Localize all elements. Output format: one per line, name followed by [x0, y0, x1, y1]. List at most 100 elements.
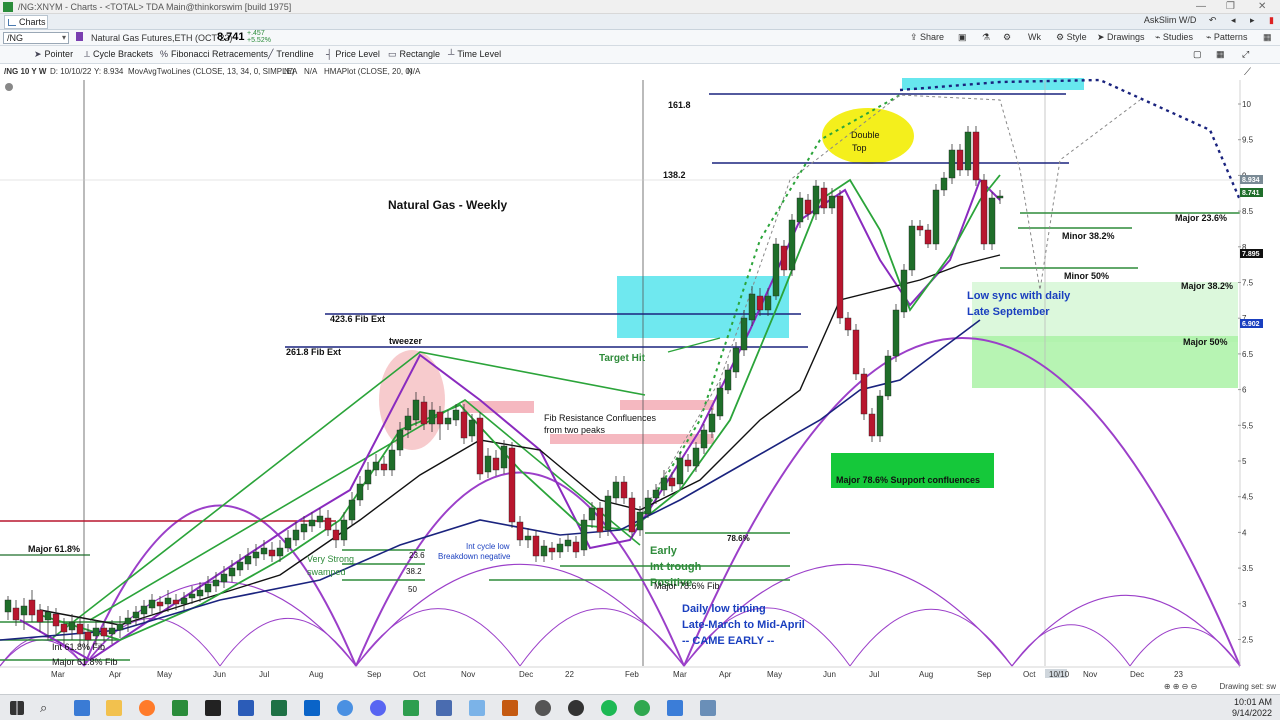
minor-382-label: Minor 38.2%	[1062, 231, 1115, 241]
patterns-icon: ⌁	[1206, 32, 1214, 42]
zoom-controls-icon[interactable]: ⊕ ⊕ ⊖ ⊖	[1164, 682, 1197, 691]
x-tick-label: Aug	[919, 670, 933, 679]
studies-button[interactable]: ⌁ Studies	[1155, 32, 1193, 43]
arrow-left-icon[interactable]: ◂	[1231, 15, 1236, 25]
y-tick-label: 8.5	[1242, 207, 1254, 216]
windows-start-icon[interactable]	[10, 701, 24, 715]
bookmark-icon[interactable]	[76, 32, 83, 41]
trendline-tool[interactable]: ╱ Trendline	[268, 49, 314, 60]
price-level-icon: ┤	[326, 49, 333, 59]
maximize-icon[interactable]: ❐	[1226, 1, 1235, 12]
restore-icon[interactable]: ▢	[1193, 49, 1202, 60]
chevron-down-icon[interactable]: ▾	[62, 33, 66, 43]
early-label: Early	[650, 545, 678, 557]
discord-icon[interactable]	[370, 700, 386, 716]
candle-body	[588, 507, 596, 521]
fib-resistance-label: from two peaks	[544, 425, 606, 435]
outlook-icon[interactable]	[304, 700, 320, 716]
back-icon[interactable]: ↶	[1209, 15, 1217, 25]
app-icon[interactable]	[700, 700, 716, 716]
grid-icon[interactable]: ▦	[1263, 32, 1272, 43]
chrome-icon[interactable]	[337, 700, 353, 716]
patterns-button[interactable]: ⌁ Patterns	[1206, 32, 1247, 43]
expand-icon[interactable]: ⤢	[1242, 49, 1249, 60]
candle-body	[180, 597, 188, 605]
calculator-icon[interactable]	[436, 700, 452, 716]
x-tick-label: Apr	[719, 670, 732, 679]
search-icon[interactable]: ⌕	[40, 700, 56, 716]
study-legend: /NG 10 Y W D: 10/10/22 Y: 8.934 MovAvgTw…	[0, 64, 1280, 78]
style-button[interactable]: ⚙ Style	[1056, 32, 1087, 43]
x-tick-label: May	[157, 670, 172, 679]
candle-body	[532, 535, 540, 557]
chart-descriptor: /NG 10 Y W	[4, 67, 47, 76]
app-icon[interactable]	[634, 700, 650, 716]
price-level-tool[interactable]: ┤ Price Level	[326, 49, 380, 59]
word-icon[interactable]	[238, 700, 254, 716]
pointer-tool[interactable]: ➤ Pointer	[34, 49, 73, 60]
symbol-input[interactable]: /NG ▾	[3, 32, 69, 44]
candle-body	[324, 517, 332, 531]
maps-icon[interactable]	[535, 700, 551, 716]
candle-body	[948, 149, 956, 179]
gear-icon[interactable]: ⚙	[1003, 32, 1011, 43]
app-icon[interactable]	[502, 700, 518, 716]
cycle-brackets-tool[interactable]: ⟂ Cycle Brackets	[84, 49, 153, 60]
share-button[interactable]: ⇪ Share	[910, 32, 944, 43]
major-786-label: Major 78.6% Support confluences	[836, 475, 980, 485]
ruler-icon[interactable]: ⟋	[1244, 67, 1251, 78]
price-tag: 8.934	[1242, 177, 1260, 184]
app-icon[interactable]	[205, 700, 221, 716]
layout-icon[interactable]: ▣	[958, 32, 967, 43]
firefox-icon[interactable]	[139, 700, 155, 716]
info-icon[interactable]	[5, 83, 13, 91]
app-icon[interactable]	[667, 700, 683, 716]
major-618-fib-label: Major 61.8% Fib	[52, 657, 118, 667]
candle-body	[916, 225, 924, 231]
x-tick-label: Sep	[367, 670, 382, 679]
study-movavg[interactable]: MovAvgTwoLines (CLOSE, 13, 34, 0, SIMPLE…	[128, 67, 295, 76]
x-tick-label: 23	[1174, 670, 1183, 679]
timeframe-button[interactable]: Wk	[1028, 32, 1041, 42]
rectangle-icon: ▭	[388, 49, 397, 59]
candle-body	[156, 601, 164, 607]
layout-grid-icon[interactable]: ▦	[1216, 49, 1225, 60]
app-icon[interactable]	[568, 700, 584, 716]
fibonacci-tool[interactable]: % Fibonacci Retracements	[160, 49, 268, 59]
price-level-label: Price Level	[335, 49, 380, 59]
rectangle-tool[interactable]: ▭ Rectangle	[388, 49, 440, 60]
price-chart[interactable]: Natural Gas - Weekly Double Top 161.8 13…	[0, 78, 1280, 684]
candle-body	[524, 535, 532, 541]
minimize-icon[interactable]: —	[1196, 1, 1206, 12]
candle-body	[196, 589, 204, 597]
minor-cycle-arc	[849, 608, 1013, 667]
app-icon[interactable]	[469, 700, 485, 716]
candle-body	[604, 495, 612, 531]
candle-body	[548, 547, 556, 553]
thinkorswim-icon[interactable]	[172, 700, 188, 716]
system-clock[interactable]: 10:01 AM 9/14/2022	[1232, 697, 1272, 719]
excel-icon[interactable]	[271, 700, 287, 716]
file-explorer-icon[interactable]	[106, 700, 122, 716]
y-tick-label: 4	[1242, 528, 1247, 537]
close-icon[interactable]: ✕	[1258, 1, 1266, 12]
time-level-tool[interactable]: ┴ Time Level	[448, 49, 501, 59]
rectangle-label: Rectangle	[399, 49, 441, 59]
price-change-abs: +.457	[247, 30, 265, 37]
flag-icon[interactable]: ▮	[1269, 15, 1274, 25]
candle-body	[244, 555, 252, 565]
drawings-button[interactable]: ➤ Drawings	[1097, 32, 1145, 43]
candle-body	[892, 309, 900, 357]
major-cycle-arc	[83, 504, 357, 667]
candle-body	[140, 605, 148, 615]
app-icon[interactable]	[403, 700, 419, 716]
study-hma[interactable]: HMAPlot (CLOSE, 20, 0)	[324, 67, 412, 76]
tab-charts[interactable]: Charts	[4, 15, 48, 29]
arrow-right-icon[interactable]: ▸	[1250, 15, 1255, 25]
spotify-icon[interactable]	[601, 700, 617, 716]
fib-resistance-label: Fib Resistance Confluences	[544, 413, 657, 423]
flask-icon[interactable]: ⚗	[982, 32, 990, 43]
taskview-icon[interactable]	[74, 700, 90, 716]
candle-body	[732, 347, 740, 373]
window-titlebar: /NG:XNYM - Charts - <TOTAL> TDA Main@thi…	[0, 0, 1280, 14]
